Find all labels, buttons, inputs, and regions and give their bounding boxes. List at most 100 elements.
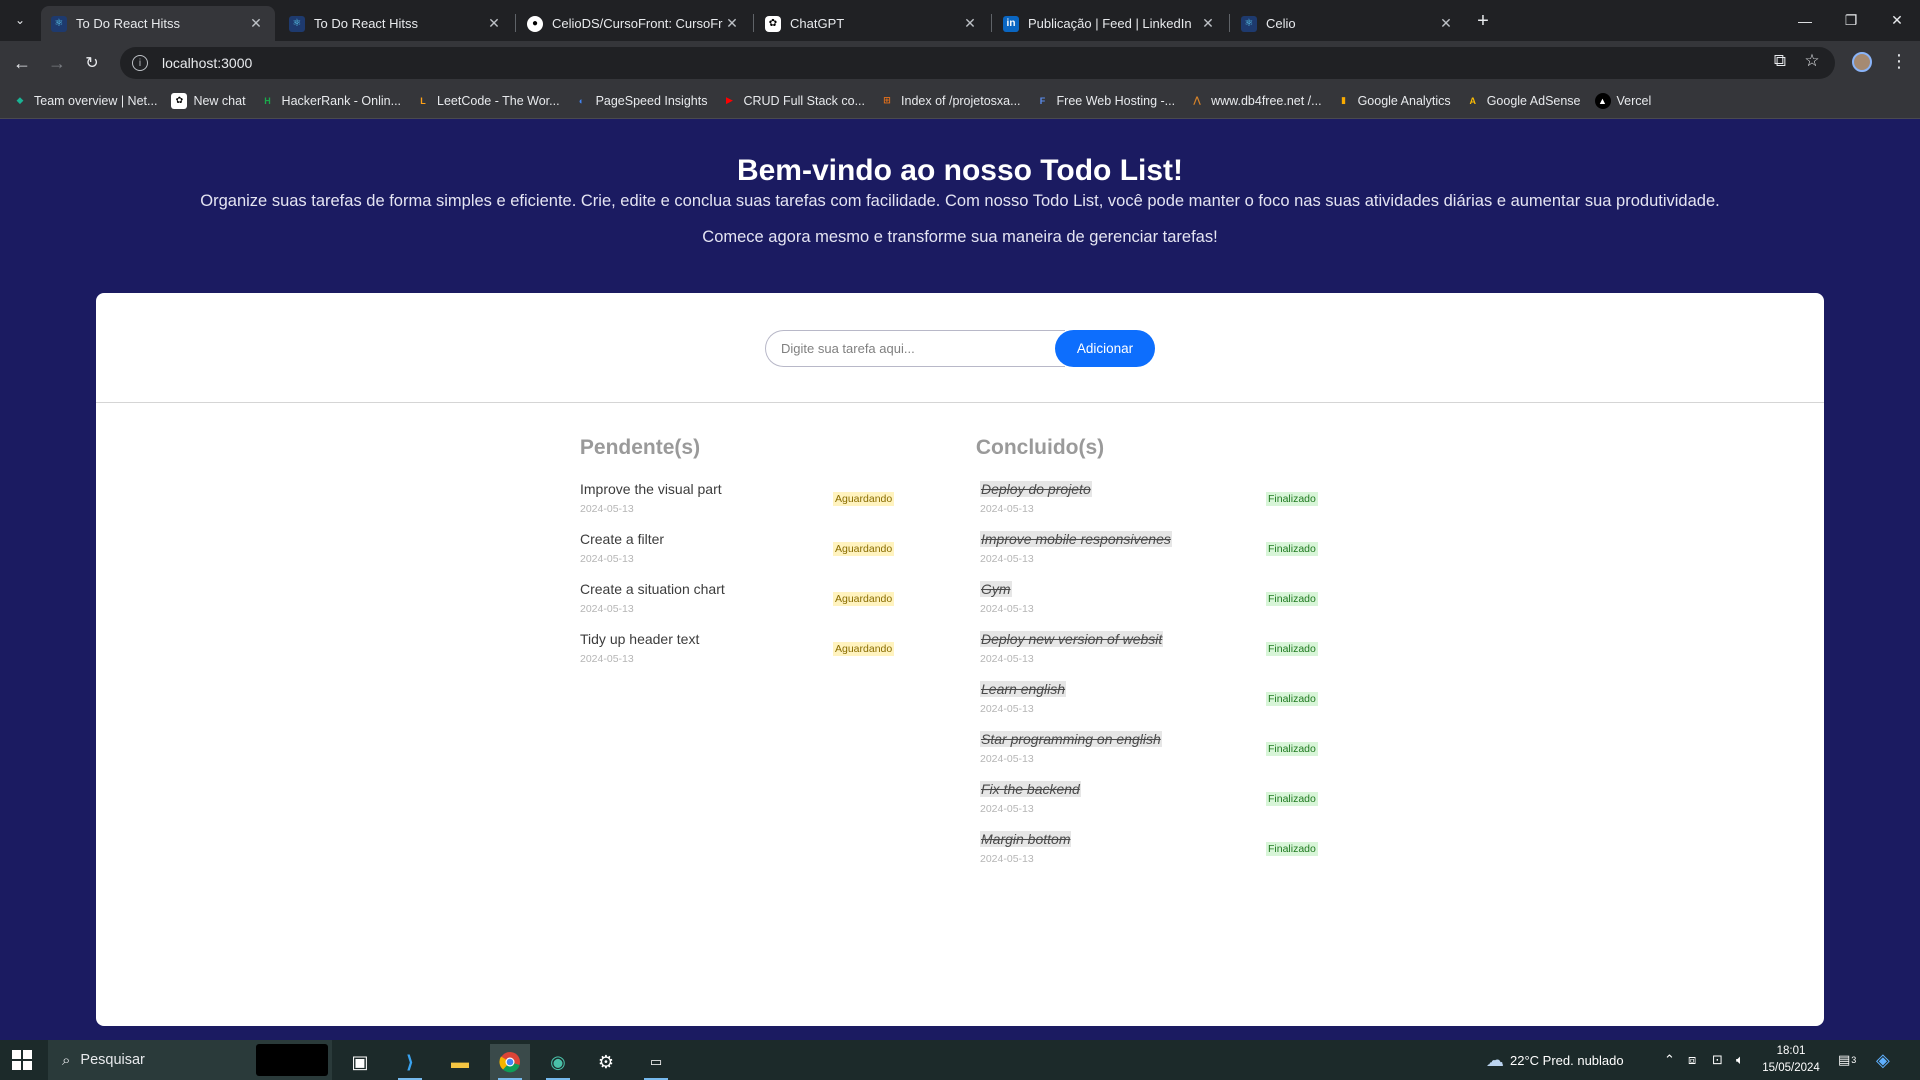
terminal-icon[interactable]: ▭ <box>636 1044 676 1080</box>
task-name[interactable]: Deploy do projeto <box>980 481 1092 497</box>
back-arrow-icon[interactable]: ← <box>8 49 36 77</box>
copilot-icon[interactable]: ◈ <box>1876 1040 1890 1080</box>
task-item[interactable]: Learn english 2024-05-13 Finalizado <box>980 681 1318 731</box>
task-item[interactable]: Margin bottom 2024-05-13 Finalizado <box>980 831 1318 881</box>
task-name[interactable]: Margin bottom <box>980 831 1072 847</box>
network-icon[interactable]: ⊡ <box>1712 1040 1723 1080</box>
task-item[interactable]: Create a filter 2024-05-13 Aguardando <box>580 531 900 581</box>
taskbar-search[interactable]: ⌕ Pesquisar <box>48 1040 332 1080</box>
task-item[interactable]: Deploy new version of websit 2024-05-13 Fi… <box>980 631 1318 681</box>
task-name[interactable]: Create a situation chart <box>580 581 725 597</box>
task-item[interactable]: Deploy do projeto 2024-05-13 Finalizado <box>980 481 1318 531</box>
bookmark-item[interactable]: ✿ New chat <box>171 92 246 109</box>
task-item[interactable]: Create a situation chart 2024-05-13 Aguard… <box>580 581 900 631</box>
task-name[interactable]: Fix the backend <box>980 781 1081 797</box>
reload-icon[interactable]: ↻ <box>78 49 106 77</box>
search-highlight-thumbnail[interactable] <box>256 1044 328 1076</box>
weather-widget[interactable]: ☁ 22°C Pred. nublado <box>1486 1040 1624 1080</box>
status-badge[interactable]: Finalizado <box>1266 592 1318 606</box>
restore-button[interactable]: ❐ <box>1828 0 1874 41</box>
bookmark-item[interactable]: A Google AdSense <box>1465 93 1580 109</box>
task-item[interactable]: Tidy up header text 2024-05-13 Aguardando <box>580 631 900 681</box>
status-badge[interactable]: Aguardando <box>833 642 895 656</box>
browser-tab[interactable]: ⚛ To Do React Hitss ✕ <box>41 6 275 41</box>
bookmark-item[interactable]: H HackerRank - Onlin... <box>260 93 401 109</box>
bookmark-item[interactable]: L LeetCode - The Wor... <box>415 93 559 109</box>
address-bar[interactable]: i localhost:3000 <box>120 47 1835 79</box>
browser-tab[interactable]: ⚛ Celio ✕ <box>1231 6 1465 41</box>
notifications-icon[interactable]: ▤ 3 <box>1838 1040 1856 1080</box>
clock-date: 15/05/2024 <box>1762 1062 1820 1074</box>
browser-tab[interactable]: in Publicação | Feed | LinkedIn ✕ <box>993 6 1227 41</box>
page-content: Bem-vindo ao nosso Todo List! Organize s… <box>0 120 1920 1040</box>
bookmark-item[interactable]: ◐ PageSpeed Insights <box>574 93 708 109</box>
tab-search-chevron-icon[interactable]: ⌄ <box>8 8 32 32</box>
bookmark-item[interactable]: ▶ CRUD Full Stack co... <box>721 93 865 109</box>
settings-gear-icon[interactable]: ⚙ <box>586 1044 626 1080</box>
profile-avatar[interactable] <box>1852 52 1872 72</box>
close-tab-icon[interactable]: ✕ <box>723 15 741 32</box>
status-badge[interactable]: Finalizado <box>1266 792 1318 806</box>
browser-tab[interactable]: ✿ ChatGPT ✕ <box>755 6 989 41</box>
system-clock[interactable]: 18:01 15/05/2024 <box>1758 1043 1824 1077</box>
bookmark-item[interactable]: ▮ Google Analytics <box>1336 93 1451 109</box>
task-item[interactable]: Improve mobile responsivenes 2024-05-13 Fi… <box>980 531 1318 581</box>
status-badge[interactable]: Finalizado <box>1266 642 1318 656</box>
add-task-button[interactable]: Adicionar <box>1055 330 1155 367</box>
task-name[interactable]: Create a filter <box>580 531 664 547</box>
minimize-button[interactable]: — <box>1782 0 1828 41</box>
task-date: 2024-05-13 <box>980 803 1034 815</box>
task-item[interactable]: Improve the visual part 2024-05-13 Aguarda… <box>580 481 900 531</box>
site-info-icon[interactable]: i <box>132 55 148 71</box>
bookmark-item[interactable]: F Free Web Hosting -... <box>1035 93 1175 109</box>
browser-tab[interactable]: ● CelioDS/CursoFront: CursoFront ✕ <box>517 6 751 41</box>
bookmark-item[interactable]: ◆ Team overview | Net... <box>12 93 158 109</box>
new-tab-button[interactable]: + <box>1470 8 1496 34</box>
task-view-icon[interactable]: ▣ <box>340 1044 380 1080</box>
browser-tab[interactable]: ⚛ To Do React Hitss ✕ <box>279 6 513 41</box>
close-tab-icon[interactable]: ✕ <box>961 15 979 32</box>
vscode-icon[interactable]: ⟩ <box>390 1044 430 1080</box>
close-window-button[interactable]: ✕ <box>1874 0 1920 41</box>
status-badge[interactable]: Finalizado <box>1266 542 1318 556</box>
task-name[interactable]: Improve mobile responsivenes <box>980 531 1172 547</box>
task-name[interactable]: Improve the visual part <box>580 481 722 497</box>
close-tab-icon[interactable]: ✕ <box>485 15 503 32</box>
browser-menu-icon[interactable]: ⋮ <box>1890 51 1908 72</box>
volume-icon[interactable]: 🔈︎ <box>1736 1040 1744 1080</box>
file-explorer-icon[interactable]: ▬ <box>440 1044 480 1080</box>
forward-arrow-icon[interactable]: → <box>43 49 71 77</box>
status-badge[interactable]: Aguardando <box>833 592 895 606</box>
windows-start-icon[interactable] <box>12 1050 32 1070</box>
bookmark-item[interactable]: ⋀ www.db4free.net /... <box>1189 93 1321 109</box>
close-tab-icon[interactable]: ✕ <box>247 15 265 32</box>
close-tab-icon[interactable]: ✕ <box>1199 15 1217 32</box>
task-name[interactable]: Gym <box>980 581 1012 597</box>
open-in-app-icon[interactable]: ⧉ <box>1766 47 1794 75</box>
task-name[interactable]: Star programming on english <box>980 731 1162 747</box>
close-tab-icon[interactable]: ✕ <box>1437 15 1455 32</box>
status-badge[interactable]: Finalizado <box>1266 492 1318 506</box>
status-badge[interactable]: Finalizado <box>1266 742 1318 756</box>
edge-icon[interactable]: ◉ <box>538 1044 578 1080</box>
task-date: 2024-05-13 <box>980 603 1034 615</box>
task-name[interactable]: Tidy up header text <box>580 631 699 647</box>
task-item[interactable]: Star programming on english 2024-05-13 Fin… <box>980 731 1318 781</box>
task-name[interactable]: Learn english <box>980 681 1067 697</box>
url-text[interactable]: localhost:3000 <box>162 55 252 71</box>
task-name[interactable]: Deploy new version of websit <box>980 631 1164 647</box>
task-item[interactable]: Fix the backend 2024-05-13 Finalizado <box>980 781 1318 831</box>
chrome-icon[interactable] <box>490 1044 530 1080</box>
task-item[interactable]: Gym 2024-05-13 Finalizado <box>980 581 1318 631</box>
status-badge[interactable]: Aguardando <box>833 542 895 556</box>
folder-index-icon: ⊞ <box>883 95 891 105</box>
tray-device-icon[interactable]: ⧈ <box>1688 1040 1696 1080</box>
status-badge[interactable]: Aguardando <box>833 492 895 506</box>
status-badge[interactable]: Finalizado <box>1266 842 1318 856</box>
tray-chevron-icon[interactable]: ⌃ <box>1664 1040 1675 1080</box>
bookmark-item[interactable]: ⊞ Index of /projetosxa... <box>879 93 1020 109</box>
bookmark-item[interactable]: ▲ Vercel <box>1594 92 1651 109</box>
status-badge[interactable]: Finalizado <box>1266 692 1318 706</box>
task-input[interactable] <box>765 330 1065 367</box>
bookmark-star-icon[interactable]: ☆ <box>1798 47 1826 75</box>
